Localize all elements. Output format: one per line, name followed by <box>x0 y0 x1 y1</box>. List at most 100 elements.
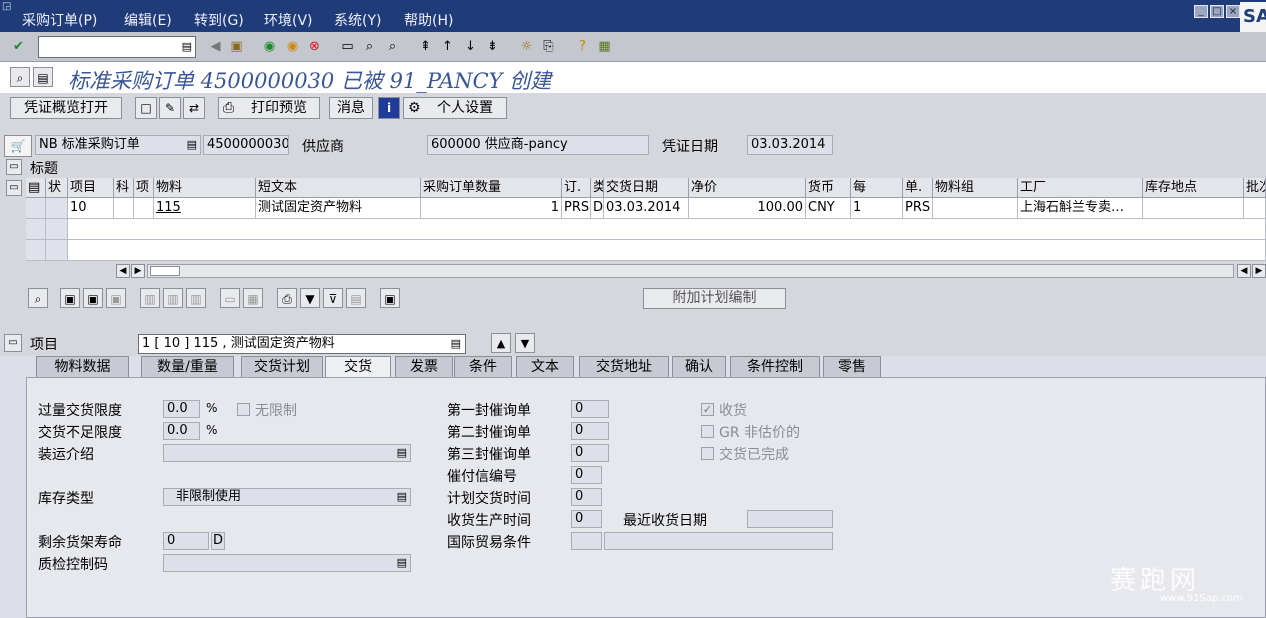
last-page-icon[interactable]: ⇟ <box>483 37 502 56</box>
col-short-text[interactable]: 短文本 <box>256 178 421 198</box>
cancel-icon[interactable]: ⊗ <box>305 37 324 56</box>
gr-processing-time-field[interactable]: 0 <box>571 510 602 528</box>
sum-icon[interactable]: ▤ <box>346 288 366 308</box>
cell-plant[interactable]: 上海石斛兰专卖… <box>1018 198 1143 219</box>
row-selector[interactable] <box>26 219 46 240</box>
gr-non-valuated-checkbox[interactable] <box>701 425 714 438</box>
shortcut-icon[interactable]: ⎘ <box>539 37 558 56</box>
stock-type-select[interactable]: 非限制使用 ▤ <box>163 488 411 506</box>
dropdown-icon[interactable]: ▤ <box>182 40 192 53</box>
col-item-category[interactable]: 项 <box>134 178 154 198</box>
command-field[interactable]: ▤ <box>38 36 196 58</box>
minimize-button[interactable]: _ <box>1194 5 1208 18</box>
urging-number-field[interactable]: 0 <box>571 466 602 484</box>
block-icon[interactable]: ▥ <box>163 288 183 308</box>
table-row[interactable] <box>68 219 1266 240</box>
tab-delivery[interactable]: 交货 <box>325 356 391 379</box>
cell-net-price[interactable]: 100.00 <box>689 198 806 219</box>
expand-header-icon[interactable]: ▭ <box>6 159 22 175</box>
print-icon[interactable]: ▭ <box>338 37 357 56</box>
other-po-icon[interactable]: ⌕ <box>10 67 30 87</box>
back-arrow-icon[interactable]: ◀ <box>206 37 225 56</box>
save-icon[interactable]: ▣ <box>227 37 246 56</box>
col-currency[interactable]: 货币 <box>806 178 851 198</box>
cell-acct-assign[interactable] <box>114 198 134 219</box>
table-row[interactable] <box>68 240 1266 261</box>
vendor-field[interactable]: 600000 供应商-pancy <box>427 135 649 155</box>
scroll-left-icon[interactable]: ◀ <box>1237 264 1251 278</box>
goods-receipt-checkbox[interactable]: ✓ <box>701 403 714 416</box>
item-select[interactable]: 1 [ 10 ] 115 , 测试固定资产物料 ▤ <box>138 334 466 354</box>
qm-control-select[interactable]: ▤ <box>163 554 411 572</box>
filter-icon[interactable]: ⊽ <box>323 288 343 308</box>
enter-icon[interactable]: ✔ <box>9 37 28 56</box>
col-plant[interactable]: 工厂 <box>1018 178 1143 198</box>
close-window-button[interactable]: × <box>1226 5 1240 18</box>
menu-environment[interactable]: 环境(V) <box>264 10 313 30</box>
col-material-group[interactable]: 物料组 <box>933 178 1018 198</box>
copy-icon[interactable]: ▭ <box>220 288 240 308</box>
personal-settings-button[interactable]: ⚙ 个人设置 <box>403 97 507 119</box>
tab-delivery-address[interactable]: 交货地址 <box>579 356 669 378</box>
back-icon[interactable]: ◉ <box>260 37 279 56</box>
reminder3-field[interactable]: 0 <box>571 444 609 462</box>
row-selector[interactable] <box>26 198 46 219</box>
previous-page-icon[interactable]: ↑ <box>438 37 457 56</box>
planned-delivery-time-field[interactable]: 0 <box>571 488 602 506</box>
col-acct-assign[interactable]: 科 <box>114 178 134 198</box>
shelf-life-field[interactable]: 0 <box>163 532 209 550</box>
reminder1-field[interactable]: 0 <box>571 400 609 418</box>
add-item-icon[interactable]: ▣ <box>60 288 80 308</box>
cell-delivery-date[interactable]: 03.03.2014 <box>604 198 689 219</box>
doc-date-field[interactable]: 03.03.2014 <box>747 135 833 155</box>
maximize-button[interactable]: □ <box>1210 5 1224 18</box>
header-doc-icon[interactable]: ▤ <box>33 67 53 87</box>
cell-date-category[interactable]: D <box>591 198 604 219</box>
tab-schedule[interactable]: 交货计划 <box>241 356 323 378</box>
overdelivery-field[interactable]: 0.0 <box>163 400 200 418</box>
cell-order-unit[interactable]: PRS <box>562 198 591 219</box>
new-session-icon[interactable]: ☼ <box>517 37 536 56</box>
cell-short-text[interactable]: 测试固定资产物料 <box>256 198 421 219</box>
col-status[interactable]: 状 <box>46 178 68 198</box>
exit-icon[interactable]: ◉ <box>283 37 302 56</box>
cell-per[interactable]: 1 <box>851 198 903 219</box>
tab-conditions[interactable]: 条件 <box>454 356 512 378</box>
next-item-button[interactable]: ▼ <box>515 333 535 353</box>
messages-button[interactable]: 消息 <box>329 97 373 119</box>
menu-edit[interactable]: 编辑(E) <box>124 10 172 30</box>
col-storage-location[interactable]: 库存地点 <box>1143 178 1244 198</box>
tab-texts[interactable]: 文本 <box>516 356 574 378</box>
menu-system[interactable]: 系统(Y) <box>334 10 381 30</box>
cell-item-category[interactable] <box>134 198 154 219</box>
scroll-left-icon[interactable]: ◀ <box>116 264 130 278</box>
layout-menu-icon[interactable]: ▦ <box>595 37 614 56</box>
tab-invoice[interactable]: 发票 <box>395 356 453 378</box>
collapse-items-icon[interactable]: ▭ <box>6 180 22 196</box>
scrollbar-thumb[interactable] <box>150 266 180 276</box>
menu-help[interactable]: 帮助(H) <box>404 10 453 30</box>
cell-price-unit[interactable]: PRS <box>903 198 933 219</box>
cell-material[interactable]: 115 <box>154 198 256 219</box>
collapse-item-icon[interactable]: ▭ <box>4 334 22 352</box>
next-page-icon[interactable]: ↓ <box>461 37 480 56</box>
window-menu-icon[interactable]: ◲ <box>2 1 11 12</box>
col-date-category[interactable]: 类 <box>591 178 604 198</box>
copy-item-icon[interactable]: ▣ <box>83 288 103 308</box>
print-list-icon[interactable]: ⎙ <box>277 288 297 308</box>
col-item[interactable]: 项目 <box>68 178 114 198</box>
underdelivery-field[interactable]: 0.0 <box>163 422 200 440</box>
col-per[interactable]: 每 <box>851 178 903 198</box>
cart-icon[interactable]: 🛒 <box>4 135 32 157</box>
col-order-unit[interactable]: 订. <box>562 178 591 198</box>
incoterms-location-field[interactable] <box>604 532 833 550</box>
col-price-unit[interactable]: 单. <box>903 178 933 198</box>
tab-retail[interactable]: 零售 <box>823 356 881 378</box>
sort-icon[interactable]: ▼ <box>300 288 320 308</box>
tab-confirmations[interactable]: 确认 <box>672 356 726 378</box>
col-batch[interactable]: 批次 <box>1244 178 1266 198</box>
scroll-right-icon[interactable]: ▶ <box>1252 264 1266 278</box>
create-icon[interactable]: □ <box>135 97 157 119</box>
cell-storage-location[interactable] <box>1143 198 1244 219</box>
settings-grid-icon[interactable]: ▣ <box>380 288 400 308</box>
